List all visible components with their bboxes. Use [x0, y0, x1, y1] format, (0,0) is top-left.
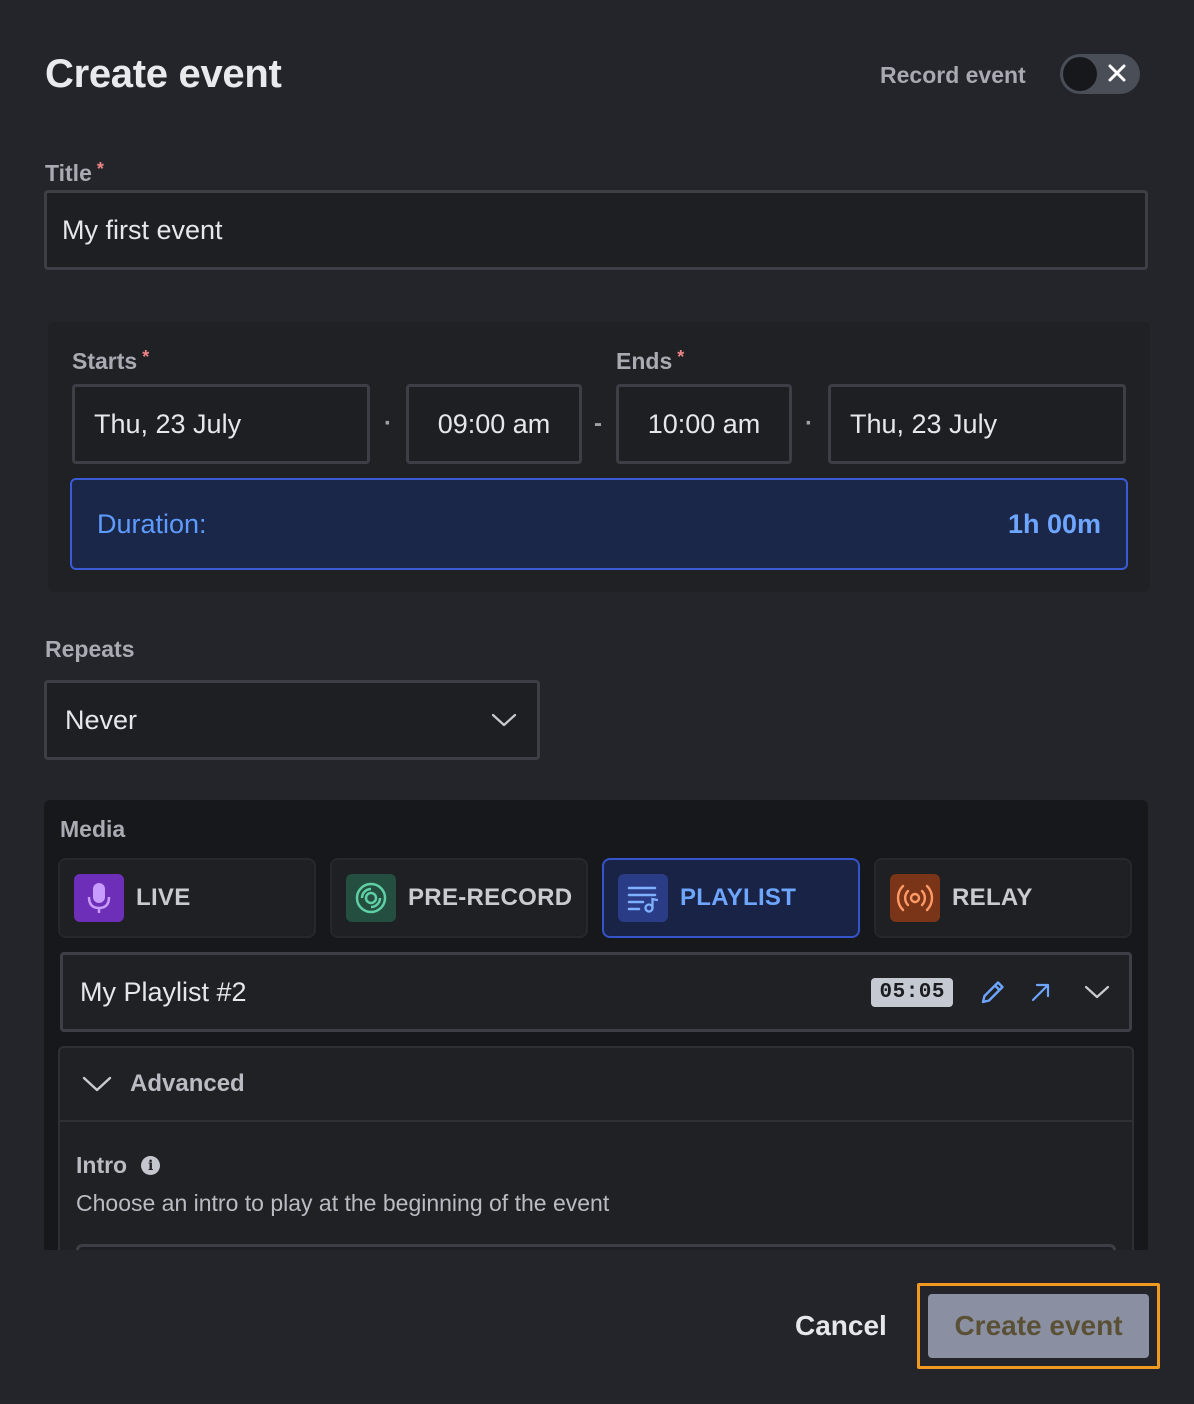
separator-dash: -: [594, 410, 602, 437]
separator-dot: ·: [384, 410, 392, 437]
separator-dot: ·: [805, 410, 813, 437]
chevron-down-icon[interactable]: [1081, 976, 1113, 1008]
duration-label: Duration:: [97, 508, 207, 539]
media-label: Media: [60, 816, 126, 842]
required-mark: *: [142, 347, 150, 367]
playlist-name: My Playlist #2: [80, 976, 247, 1007]
required-mark: *: [677, 347, 685, 367]
toggle-knob: [1063, 57, 1097, 91]
create-event-button[interactable]: Create event: [928, 1294, 1149, 1358]
tab-pre-record[interactable]: PRE-RECORD: [330, 858, 588, 938]
tab-relay[interactable]: RELAY: [874, 858, 1132, 938]
repeats-value: Never: [65, 704, 138, 735]
start-date-field[interactable]: Thu, 23 July: [72, 384, 370, 464]
disc-icon: [346, 874, 396, 922]
repeats-select[interactable]: Never: [44, 680, 540, 760]
end-date-field[interactable]: Thu, 23 July: [828, 384, 1126, 464]
required-mark: *: [96, 159, 104, 179]
record-event-toggle[interactable]: [1060, 54, 1140, 94]
broadcast-icon: [890, 874, 940, 922]
page-title: Create event: [45, 52, 282, 96]
microphone-icon: [74, 874, 124, 922]
intro-description: Choose an intro to play at the beginning…: [76, 1190, 610, 1216]
record-event-label: Record event: [880, 62, 1026, 88]
playlist-select[interactable]: My Playlist #2 05:05: [60, 952, 1132, 1032]
title-input[interactable]: My first event: [44, 190, 1148, 270]
ends-label: Ends *: [616, 347, 685, 374]
close-icon: [1108, 64, 1126, 82]
advanced-toggle[interactable]: Advanced: [60, 1048, 1132, 1122]
starts-label: Starts *: [72, 347, 150, 374]
tab-playlist[interactable]: PLAYLIST: [602, 858, 860, 938]
media-panel: Media LIVE PRE-RECORD PLAYLIST RELAY My …: [44, 800, 1148, 1250]
chevron-down-icon: [491, 713, 517, 727]
title-label: Title *: [45, 159, 104, 186]
end-time-field[interactable]: 10:00 am: [616, 384, 792, 464]
info-icon[interactable]: i: [141, 1156, 161, 1175]
intro-label: Intro i: [76, 1152, 161, 1179]
repeats-label: Repeats: [45, 636, 135, 662]
start-time-field[interactable]: 09:00 am: [406, 384, 582, 464]
chevron-down-icon: [82, 1076, 112, 1092]
cancel-button[interactable]: Cancel: [795, 1310, 887, 1342]
external-link-icon[interactable]: [1025, 976, 1057, 1008]
duration-value: 1h 00m: [1007, 508, 1101, 539]
playlist-duration-badge: 05:05: [871, 977, 953, 1007]
playlist-icon: [618, 874, 668, 922]
duration-banner: Duration: 1h 00m: [70, 478, 1128, 570]
tab-live[interactable]: LIVE: [58, 858, 316, 938]
advanced-label: Advanced: [130, 1070, 245, 1097]
advanced-section: Advanced Intro i Choose an intro to play…: [58, 1046, 1134, 1250]
intro-select[interactable]: [76, 1244, 1116, 1250]
edit-pencil-icon[interactable]: [977, 976, 1009, 1008]
